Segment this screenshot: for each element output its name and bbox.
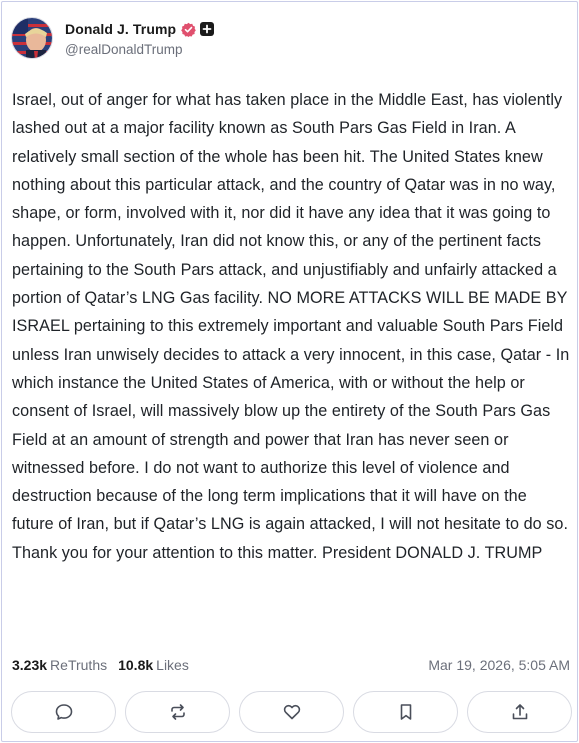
- avatar[interactable]: [11, 17, 53, 59]
- name-row: Donald J. Trump: [65, 19, 215, 39]
- retruth-button[interactable]: [125, 691, 230, 733]
- post-timestamp[interactable]: Mar 19, 2026, 5:05 AM: [428, 657, 570, 673]
- retruths-label[interactable]: ReTruths: [50, 657, 107, 673]
- heart-icon: [283, 704, 300, 720]
- avatar-image: [12, 18, 52, 58]
- share-icon: [512, 704, 527, 720]
- post-card: Donald J. Trump @realDonaldTrump Israel,…: [1, 1, 578, 742]
- likes-count[interactable]: 10.8k: [118, 657, 153, 673]
- reply-button[interactable]: [11, 691, 116, 733]
- bookmark-button[interactable]: [353, 691, 458, 733]
- retruths-count[interactable]: 3.23k: [12, 657, 47, 673]
- author-info: Donald J. Trump @realDonaldTrump: [65, 19, 215, 57]
- likes-label[interactable]: Likes: [156, 657, 189, 673]
- author-display-name[interactable]: Donald J. Trump: [65, 21, 176, 37]
- share-button[interactable]: [467, 691, 572, 733]
- post-text: Israel, out of anger for what has taken …: [12, 91, 570, 562]
- author-handle[interactable]: @realDonaldTrump: [65, 42, 214, 57]
- bookmark-icon: [400, 704, 411, 720]
- post-header: Donald J. Trump @realDonaldTrump: [11, 16, 215, 60]
- plus-badge-icon: [200, 22, 215, 36]
- verified-badge-icon: [181, 22, 196, 37]
- post-stats: 3.23k ReTruths 10.8k Likes Mar 19, 2026,…: [12, 654, 570, 676]
- reply-icon: [55, 704, 72, 720]
- like-button[interactable]: [239, 691, 344, 733]
- action-bar: [11, 691, 572, 733]
- retruth-icon: [170, 704, 185, 720]
